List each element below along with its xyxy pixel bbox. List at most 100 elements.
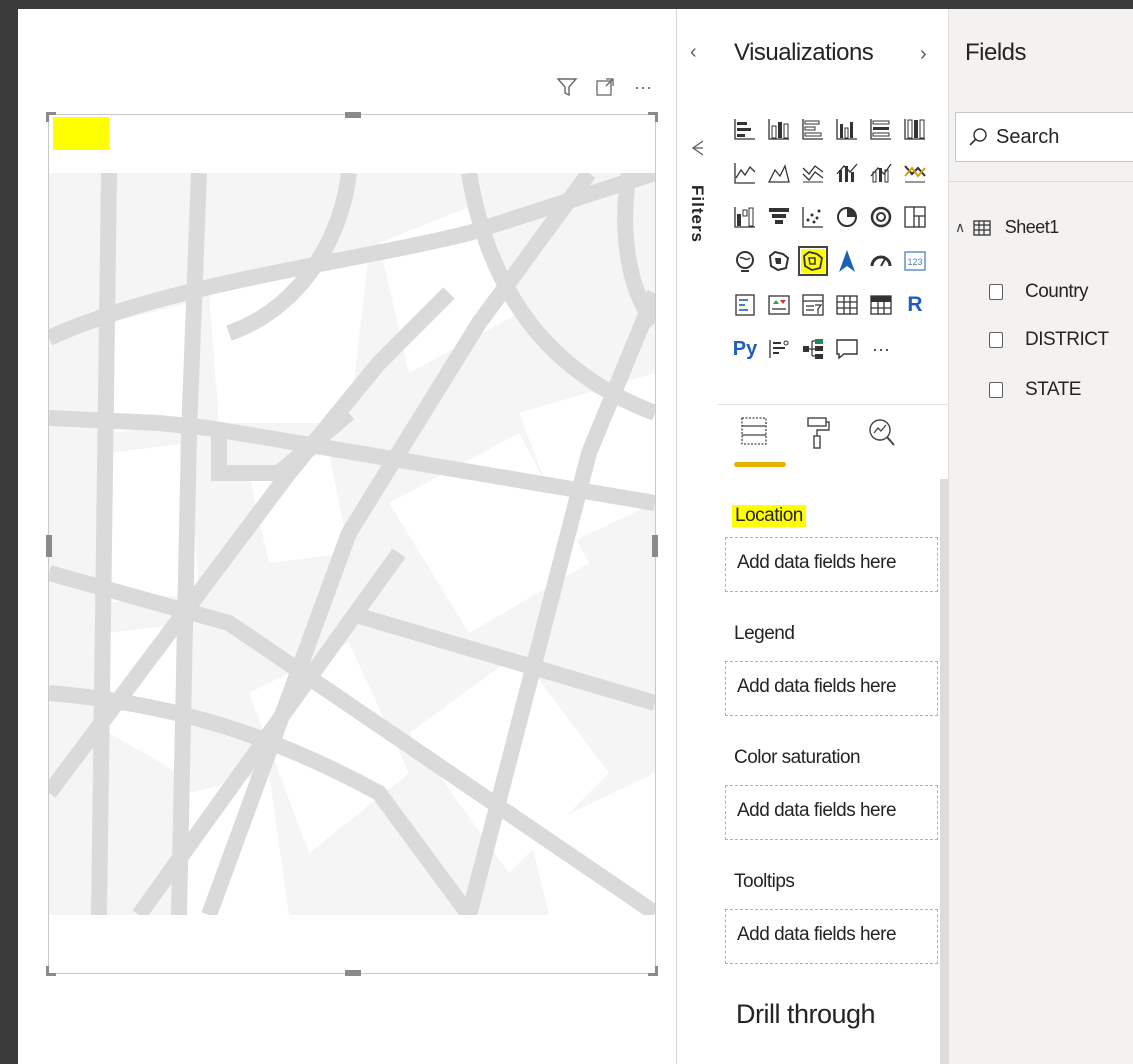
pane-tabs [734, 415, 902, 467]
tooltips-well-label: Tooltips [734, 871, 795, 892]
more-visuals-label: ··· [872, 338, 890, 359]
filters-label[interactable]: Filters [687, 185, 707, 243]
resize-handle-top-left[interactable] [46, 112, 56, 122]
location-well-label: Location [732, 505, 806, 527]
line-clustered-column-icon[interactable] [830, 151, 864, 195]
resize-handle-left[interactable] [46, 535, 52, 557]
clustered-bar-chart-icon[interactable] [796, 107, 830, 151]
field-item-state[interactable]: STATE [989, 379, 1081, 401]
search-icon [969, 128, 987, 146]
more-visuals-icon[interactable]: ··· [864, 327, 898, 371]
visual-header: ··· [555, 75, 655, 99]
gauge-icon[interactable] [864, 239, 898, 283]
map-placeholder-image [49, 173, 655, 915]
r-visual-icon[interactable]: R [898, 283, 932, 327]
kpi-icon[interactable] [762, 283, 796, 327]
stacked-column-chart-icon[interactable] [762, 107, 796, 151]
clustered-column-chart-icon[interactable] [830, 107, 864, 151]
key-influencers-icon[interactable] [762, 327, 796, 371]
stacked-bar-chart-icon[interactable] [728, 107, 762, 151]
python-visual-label: Py [732, 337, 758, 360]
legend-well-label: Legend [734, 623, 795, 644]
python-visual-icon[interactable]: Py [728, 327, 762, 371]
azure-map-icon[interactable] [830, 239, 864, 283]
filters-pane-collapsed[interactable]: ‹ Filters [676, 9, 720, 1064]
drill-through-heading: Drill through [736, 999, 876, 1029]
donut-chart-icon[interactable] [864, 195, 898, 239]
collapse-chevron-icon[interactable]: ‹ [690, 41, 697, 64]
legend-drop-zone[interactable]: Add data fields here [725, 661, 938, 716]
line-stacked-column-icon[interactable] [864, 151, 898, 195]
fields-pane: Fields ∧ Sheet1 Country DISTRICT STATE [949, 9, 1133, 1064]
focus-mode-icon[interactable] [593, 75, 617, 99]
resize-handle-right[interactable] [652, 535, 658, 557]
resize-handle-top[interactable] [345, 112, 361, 118]
waterfall-chart-icon[interactable] [728, 195, 762, 239]
scatter-chart-icon[interactable] [796, 195, 830, 239]
fields-tab[interactable] [734, 415, 786, 467]
expand-chevron-icon[interactable]: › [920, 43, 927, 66]
stacked-area-chart-icon[interactable] [796, 151, 830, 195]
matrix-icon[interactable] [864, 283, 898, 327]
resize-handle-bottom[interactable] [345, 970, 361, 976]
filter-funnel-icon [689, 139, 707, 162]
map-icon[interactable] [728, 239, 762, 283]
report-canvas: ··· [18, 9, 676, 1064]
fields-search-box[interactable] [955, 112, 1133, 162]
analytics-tab[interactable] [862, 415, 902, 467]
fields-tab-icon [741, 417, 767, 445]
shape-map-icon[interactable] [796, 239, 830, 283]
field-checkbox[interactable] [989, 284, 1003, 300]
visual-title-highlight [53, 117, 109, 150]
treemap-icon[interactable] [898, 195, 932, 239]
100-percent-column-chart-icon[interactable] [898, 107, 932, 151]
field-checkbox[interactable] [989, 332, 1003, 348]
slicer-icon[interactable] [796, 283, 830, 327]
pie-chart-icon[interactable] [830, 195, 864, 239]
tooltips-drop-zone[interactable]: Add data fields here [725, 909, 938, 964]
field-checkbox[interactable] [989, 382, 1003, 398]
visualizations-title: Visualizations [734, 39, 874, 66]
decomposition-tree-icon[interactable] [796, 327, 830, 371]
filled-map-visual[interactable] [46, 112, 658, 976]
visualizations-pane: Visualizations › 123 R Py ··· Location A… [718, 9, 949, 1064]
magnifier-chart-icon [869, 419, 895, 446]
color-saturation-well-label: Color saturation [734, 747, 861, 768]
table-grid-icon [973, 219, 991, 236]
field-label: Country [1025, 281, 1089, 302]
field-label: DISTRICT [1025, 329, 1109, 350]
filled-map-icon[interactable] [762, 239, 796, 283]
fields-divider [949, 181, 1133, 182]
scrollbar[interactable] [940, 479, 948, 1064]
paint-roller-icon [807, 417, 830, 449]
collapse-caret-icon[interactable]: ∧ [955, 219, 965, 236]
card-icon[interactable]: 123 [898, 239, 932, 283]
filter-icon[interactable] [555, 75, 579, 99]
search-input[interactable] [994, 124, 1133, 150]
powerbi-window: ··· ‹ Filters Visualizations › 123 R Py … [18, 9, 1133, 1064]
color-saturation-drop-zone[interactable]: Add data fields here [725, 785, 938, 840]
field-item-district[interactable]: DISTRICT [989, 329, 1109, 351]
ribbon-chart-icon[interactable] [898, 151, 932, 195]
visual-type-gallery: 123 R Py ··· [728, 107, 934, 371]
area-chart-icon[interactable] [762, 151, 796, 195]
resize-handle-bottom-left[interactable] [46, 966, 56, 976]
gallery-divider [718, 404, 948, 405]
format-tab[interactable] [798, 415, 838, 467]
field-item-country[interactable]: Country [989, 281, 1089, 303]
more-options-icon[interactable]: ··· [631, 75, 655, 99]
table-icon[interactable] [830, 283, 864, 327]
table-node-sheet1[interactable]: ∧ Sheet1 [955, 217, 1059, 238]
resize-handle-bottom-right[interactable] [648, 966, 658, 976]
qa-icon[interactable] [830, 327, 864, 371]
r-visual-label: R [907, 293, 923, 316]
resize-handle-top-right[interactable] [648, 112, 658, 122]
funnel-chart-icon[interactable] [762, 195, 796, 239]
location-drop-zone[interactable]: Add data fields here [725, 537, 938, 592]
table-name: Sheet1 [1004, 217, 1060, 237]
multi-row-card-icon[interactable] [728, 283, 762, 327]
fields-title: Fields [965, 39, 1027, 66]
100-percent-bar-chart-icon[interactable] [864, 107, 898, 151]
field-label: STATE [1025, 379, 1081, 400]
line-chart-icon[interactable] [728, 151, 762, 195]
